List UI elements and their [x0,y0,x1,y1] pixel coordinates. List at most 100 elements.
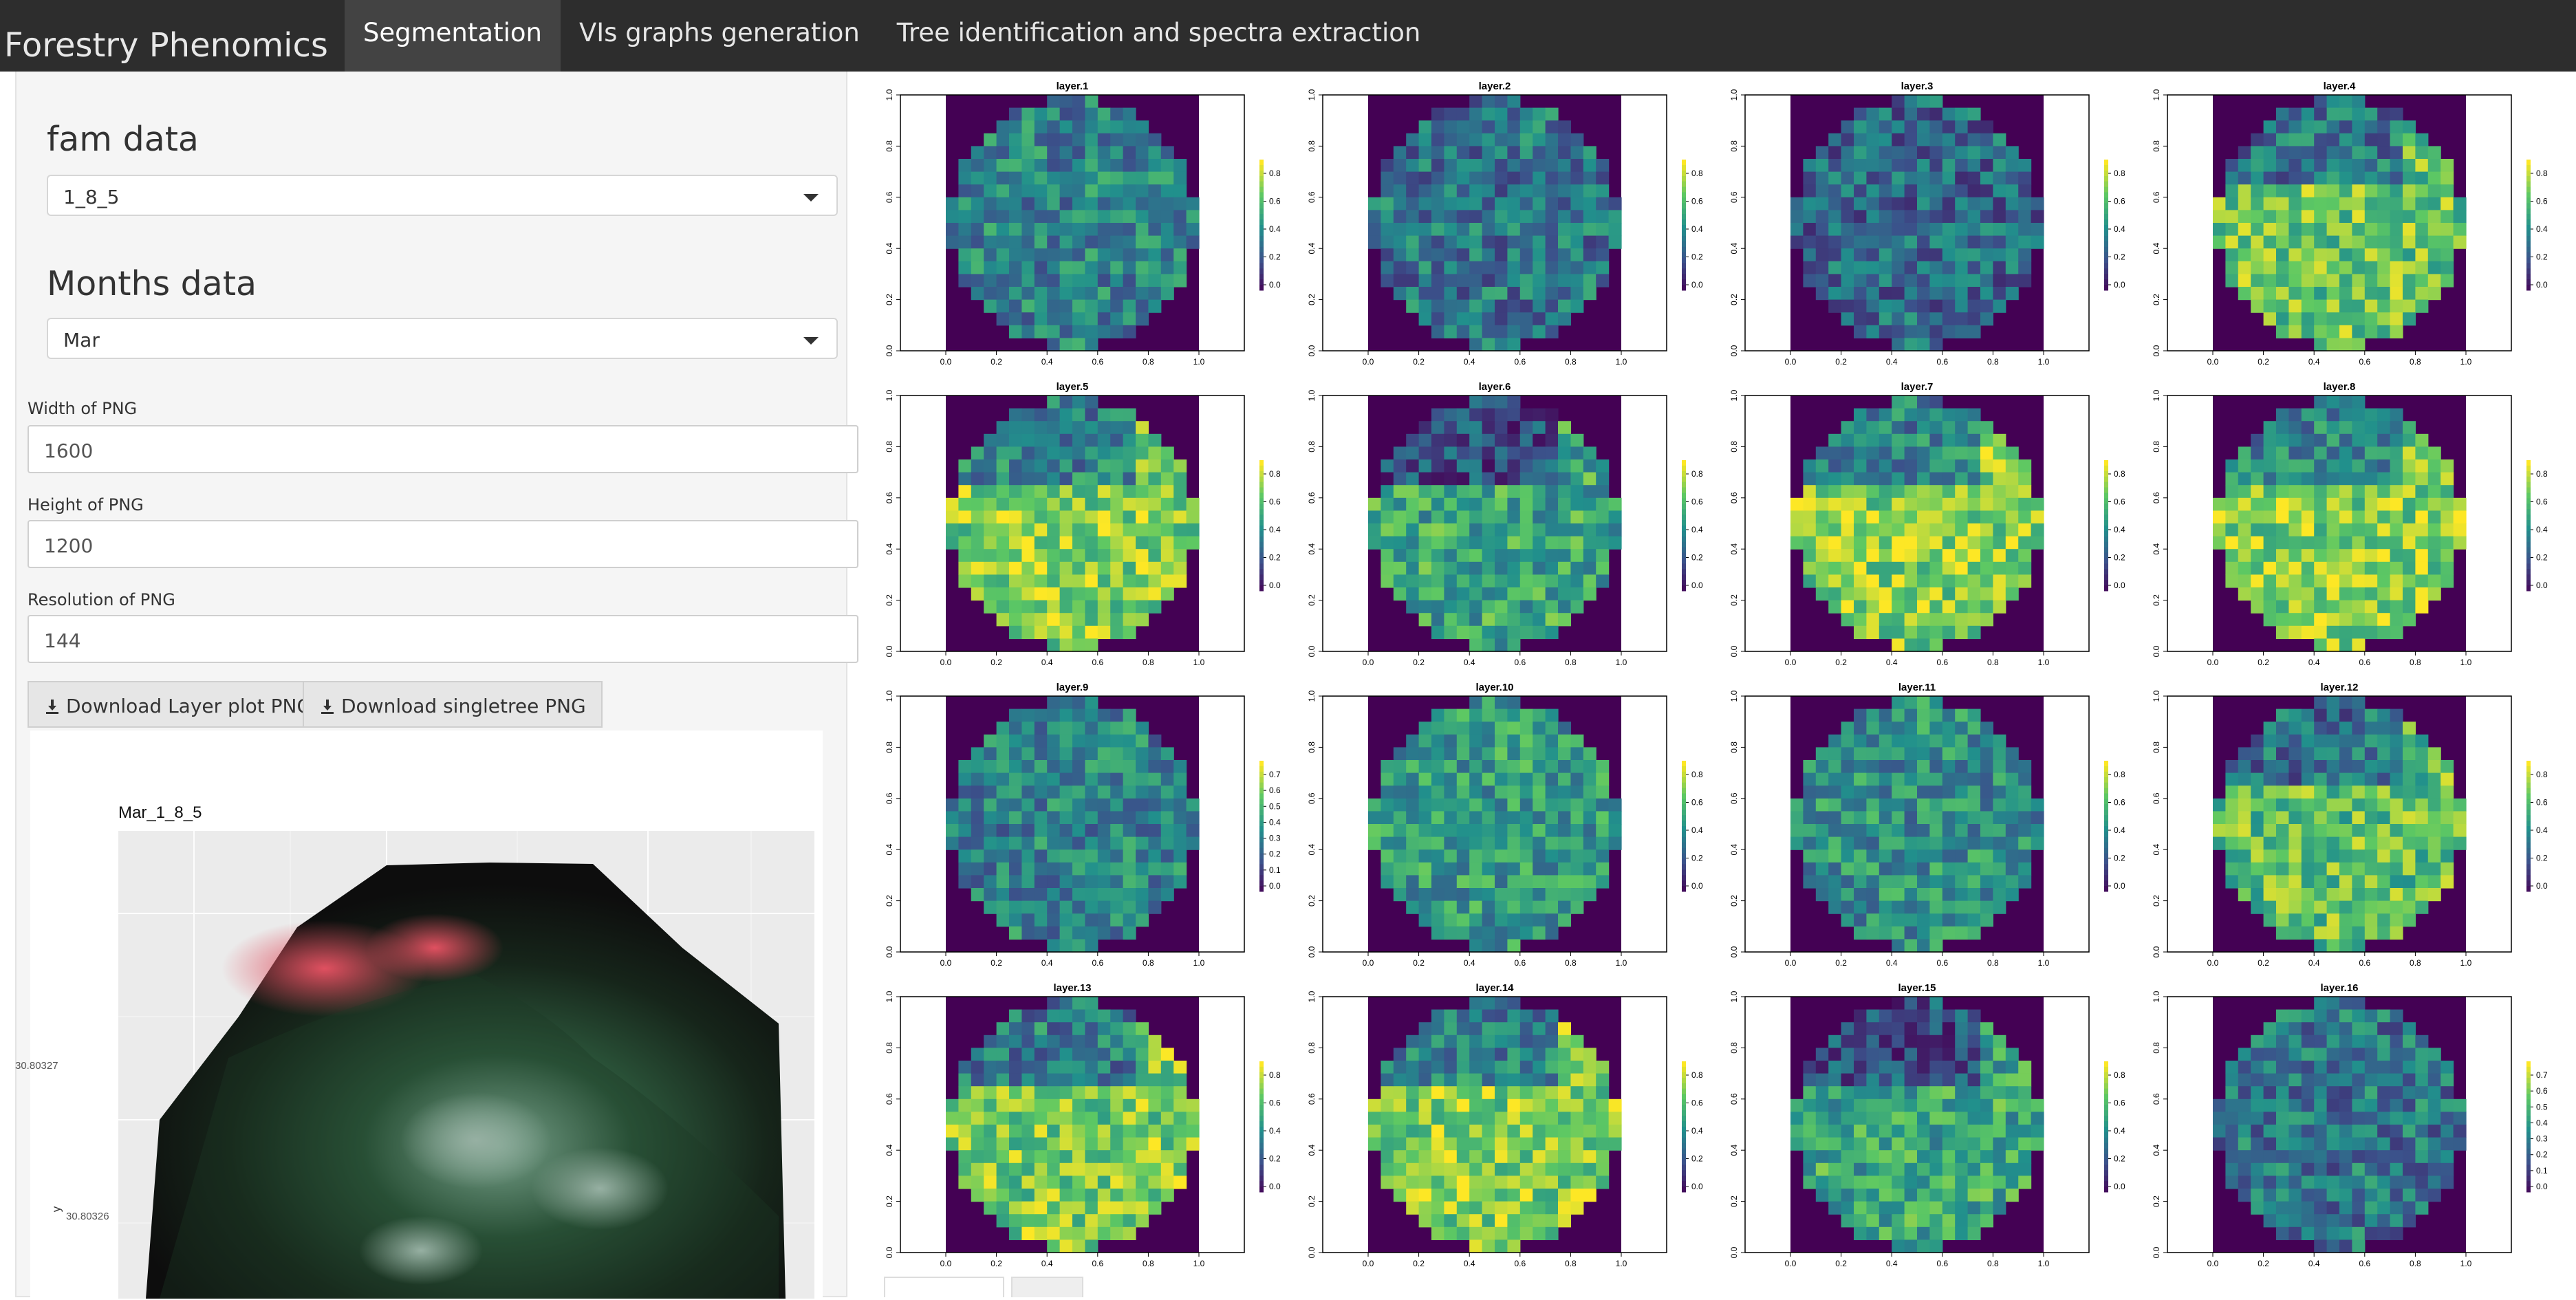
brand-title[interactable]: Forestry Phenomics [0,0,345,72]
heatmap-cell [1546,824,1559,837]
heatmap-cell [1136,863,1149,876]
months-data-select[interactable]: Mar [47,318,838,359]
heatmap-cell [1546,537,1559,550]
heatmap-cell [984,587,997,600]
heatmap-cell [1187,523,1200,537]
colorbar-segment [2526,488,2531,493]
heatmap-cell [1161,799,1174,812]
download-singletree-button[interactable]: Download singletree PNG [303,681,603,728]
heatmap-cell [1546,325,1559,338]
heatmap-cell [1905,510,1918,523]
heatmap-cell [2390,811,2403,824]
months-data-title: Months data [47,264,257,303]
heatmap-cell [1892,824,1905,837]
heatmap-cell [1060,1035,1073,1048]
heatmap-cell [2415,811,2428,824]
heatmap-cell [2352,159,2365,172]
heatmap-cell [1035,888,1048,901]
heatmap-cell [1431,248,1444,261]
heatmap-cell [2440,537,2454,550]
heatmap-cell [2377,421,2390,434]
heatmap-cell [1457,261,1470,274]
width-input[interactable]: 1600 [28,425,858,473]
heatmap-cell [1148,888,1161,901]
heatmap-cell [2440,837,2454,850]
heatmap-cell [1085,1099,1098,1112]
heatmap-cell [1148,159,1161,172]
heatmap-cell [1841,574,1854,587]
heatmap-cell [1558,888,1571,901]
heatmap-cell [1110,927,1123,940]
heatmap-cell [1123,133,1136,147]
heatmap-cell [1444,849,1457,863]
tab-tree-identification[interactable]: Tree identification and spectra extracti… [878,0,1440,72]
colorbar-segment [1259,563,1264,569]
heatmap-cell [1558,901,1571,914]
heatmap-cell [1381,459,1394,473]
heatmap-cell [2302,626,2315,639]
heatmap-cell [1917,722,1930,735]
heatmap-cell [2428,549,2441,562]
heatmap-cell [2225,210,2238,223]
heatmap-cell [2006,498,2019,511]
heatmap-cell [1609,236,1622,249]
heatmap-cell [1993,434,2006,447]
heatmap-cell [1098,1048,1111,1061]
heatmap-cell [1123,184,1136,197]
heatmap-cell [1507,248,1520,261]
heatmap-cell [1148,197,1161,210]
heatmap-cell [1469,236,1482,249]
tab-segmentation[interactable]: Segmentation [345,0,561,72]
heatmap-cell [1072,236,1085,249]
heatmap-cell [1161,773,1174,786]
heatmap-cell [1469,172,1482,185]
heatmap-cell [971,523,984,537]
heatmap-cell [1533,446,1546,459]
heatmap-cell [1123,325,1136,338]
heatmap-cell [1161,223,1174,236]
heatmap-cell [1482,120,1495,133]
heatmap-cell [1009,613,1022,626]
heatmap-cell [1993,760,2006,773]
heatmap-cell [1828,172,1841,185]
fam-data-select[interactable]: 1_8_5 [47,175,838,216]
tab-vis-graphs[interactable]: VIs graphs generation [561,0,878,72]
height-input[interactable]: 1200 [28,520,858,568]
layer-panel-3: layer.30.00.20.40.60.81.00.00.20.40.60.8… [1729,80,2125,367]
heatmap-cell [1148,849,1161,863]
heatmap-cell [1047,510,1060,523]
heatmap-cell [1980,863,1993,876]
heatmap-cell [1021,210,1035,223]
heatmap-cell [1495,523,1508,537]
heatmap-cell [1148,146,1161,159]
heatmap-cell [1060,510,1073,523]
heatmap-cell [1854,510,1867,523]
heatmap-cell [1072,108,1085,121]
heatmap-cell [1123,722,1136,735]
heatmap-cell [1866,913,1879,927]
heatmap-cell [1136,849,1149,863]
heatmap-cell [1444,600,1457,614]
heatmap-cell [1520,510,1533,523]
colorbar-segment [2526,880,2531,886]
heatmap-cell [2440,197,2454,210]
x-tick-label: 0.4 [2308,658,2320,667]
heatmap-cell [1558,459,1571,473]
heatmap-cell [1047,1189,1060,1202]
heatmap-cell [2390,498,2403,511]
resolution-input[interactable]: 144 [28,615,858,663]
heatmap-cell [997,574,1010,587]
heatmap-cell [1021,1202,1035,1215]
heatmap-cell [1444,537,1457,550]
heatmap-cell [1009,1202,1022,1215]
heatmap-cell [1929,184,1942,197]
heatmap-cell [997,600,1010,614]
heatmap-cell [1803,849,1816,863]
heatmap-cell [1942,421,1956,434]
heatmap-cell [1123,1035,1136,1048]
heatmap-cell [1021,562,1035,575]
heatmap-cell [1009,1112,1022,1125]
heatmap-cell [1148,446,1161,459]
colorbar-segment [1259,880,1264,886]
download-layer-plot-button[interactable]: Download Layer plot PNG [28,681,328,728]
